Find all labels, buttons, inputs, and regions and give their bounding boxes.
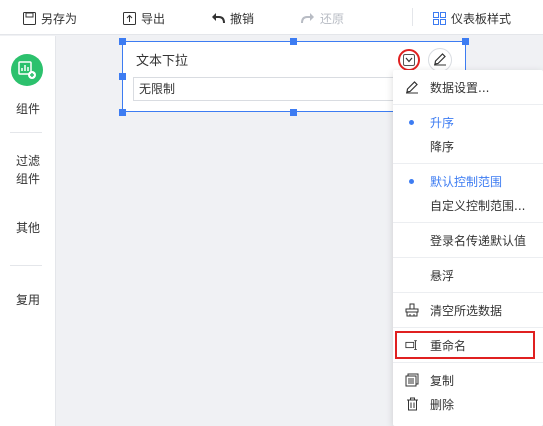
menu-item-copy[interactable]: 复制 xyxy=(393,369,543,391)
toolbar-divider xyxy=(412,8,413,26)
menu-item-clear-selection[interactable]: 清空所选数据 xyxy=(393,299,543,321)
menu-item-label: 清空所选数据 xyxy=(430,303,503,318)
grid-icon xyxy=(432,11,446,25)
menu-item-login-default[interactable]: 登录名传递默认值 xyxy=(393,229,543,251)
menu-item-label: 数据设置... xyxy=(430,80,490,95)
resize-handle-top[interactable] xyxy=(290,38,297,45)
pencil-icon xyxy=(405,80,419,94)
save-icon xyxy=(22,11,36,25)
save-as-button[interactable]: 另存为 xyxy=(22,9,77,27)
resize-handle-bottom-left[interactable] xyxy=(119,109,126,116)
menu-divider xyxy=(393,257,543,258)
menu-item-label: 升序 xyxy=(430,115,455,130)
selected-dot-icon xyxy=(409,178,414,184)
menu-item-descending[interactable]: 降序 xyxy=(393,135,543,157)
menu-item-data-settings[interactable]: 数据设置... xyxy=(393,76,543,98)
dashboard-style-label: 仪表板样式 xyxy=(451,11,512,26)
menu-item-label: 降序 xyxy=(430,139,455,154)
menu-item-default-scope[interactable]: 默认控制范围 xyxy=(393,170,543,192)
dashboard-style-button[interactable]: 仪表板样式 xyxy=(432,9,511,27)
sidebar-divider xyxy=(10,265,42,266)
resize-handle-left[interactable] xyxy=(119,73,126,80)
rename-highlight-box xyxy=(395,331,535,359)
widget-dropdown-trigger[interactable] xyxy=(398,49,420,71)
menu-item-ascending[interactable]: 升序 xyxy=(393,111,543,133)
menu-divider xyxy=(393,222,543,223)
clear-brush-icon xyxy=(405,303,419,317)
widget-title: 文本下拉 xyxy=(136,54,189,69)
export-icon xyxy=(122,11,136,25)
undo-button[interactable]: 撤销 xyxy=(211,9,254,27)
pencil-icon xyxy=(433,52,447,69)
sidebar-divider xyxy=(10,132,42,133)
export-label: 导出 xyxy=(141,11,166,26)
sidebar-item-filter-components[interactable]: 过滤 组件 xyxy=(0,152,56,188)
component-icon[interactable] xyxy=(11,54,43,86)
menu-divider xyxy=(393,104,543,105)
menu-item-label: 登录名传递默认值 xyxy=(430,233,527,248)
menu-item-delete[interactable]: 删除 xyxy=(393,393,543,415)
resize-handle-top-left[interactable] xyxy=(119,38,126,45)
menu-item-label: 复制 xyxy=(430,373,455,388)
sidebar-item-other[interactable]: 其他 xyxy=(0,219,56,237)
resize-handle-top-right[interactable] xyxy=(462,38,469,45)
menu-item-label: 自定义控制范围... xyxy=(430,198,526,213)
copy-icon xyxy=(405,373,419,387)
menu-divider xyxy=(393,163,543,164)
menu-divider xyxy=(393,327,543,328)
widget-edit-button[interactable] xyxy=(428,48,452,72)
menu-divider xyxy=(393,292,543,293)
redo-icon xyxy=(301,11,315,25)
menu-divider xyxy=(393,362,543,363)
menu-item-label: 悬浮 xyxy=(430,268,455,283)
chevron-down-icon xyxy=(403,54,415,66)
export-button[interactable]: 导出 xyxy=(122,9,165,27)
sidebar-item-components[interactable]: 组件 xyxy=(0,100,56,118)
selected-dot-icon xyxy=(409,119,414,125)
resize-handle-bottom[interactable] xyxy=(290,109,297,116)
menu-item-label: 删除 xyxy=(430,397,455,412)
top-toolbar: 另存为 导出 撤销 还原 仪表板样式 xyxy=(0,0,543,35)
menu-item-float[interactable]: 悬浮 xyxy=(393,264,543,286)
menu-item-custom-scope[interactable]: 自定义控制范围... xyxy=(393,194,543,216)
redo-label: 还原 xyxy=(320,11,345,26)
undo-label: 撤销 xyxy=(230,11,255,26)
sidebar-item-reuse[interactable]: 复用 xyxy=(0,291,56,309)
redo-button[interactable]: 还原 xyxy=(301,9,344,27)
trash-icon xyxy=(405,397,419,411)
save-as-label: 另存为 xyxy=(41,11,78,26)
left-sidebar: 组件 过滤 组件 其他 复用 xyxy=(0,36,56,426)
undo-icon xyxy=(211,11,225,25)
menu-item-label: 默认控制范围 xyxy=(430,174,503,189)
widget-context-menu: 数据设置... 升序 降序 默认控制范围 自定义控制范围... 登录名传递默认值… xyxy=(393,70,543,426)
